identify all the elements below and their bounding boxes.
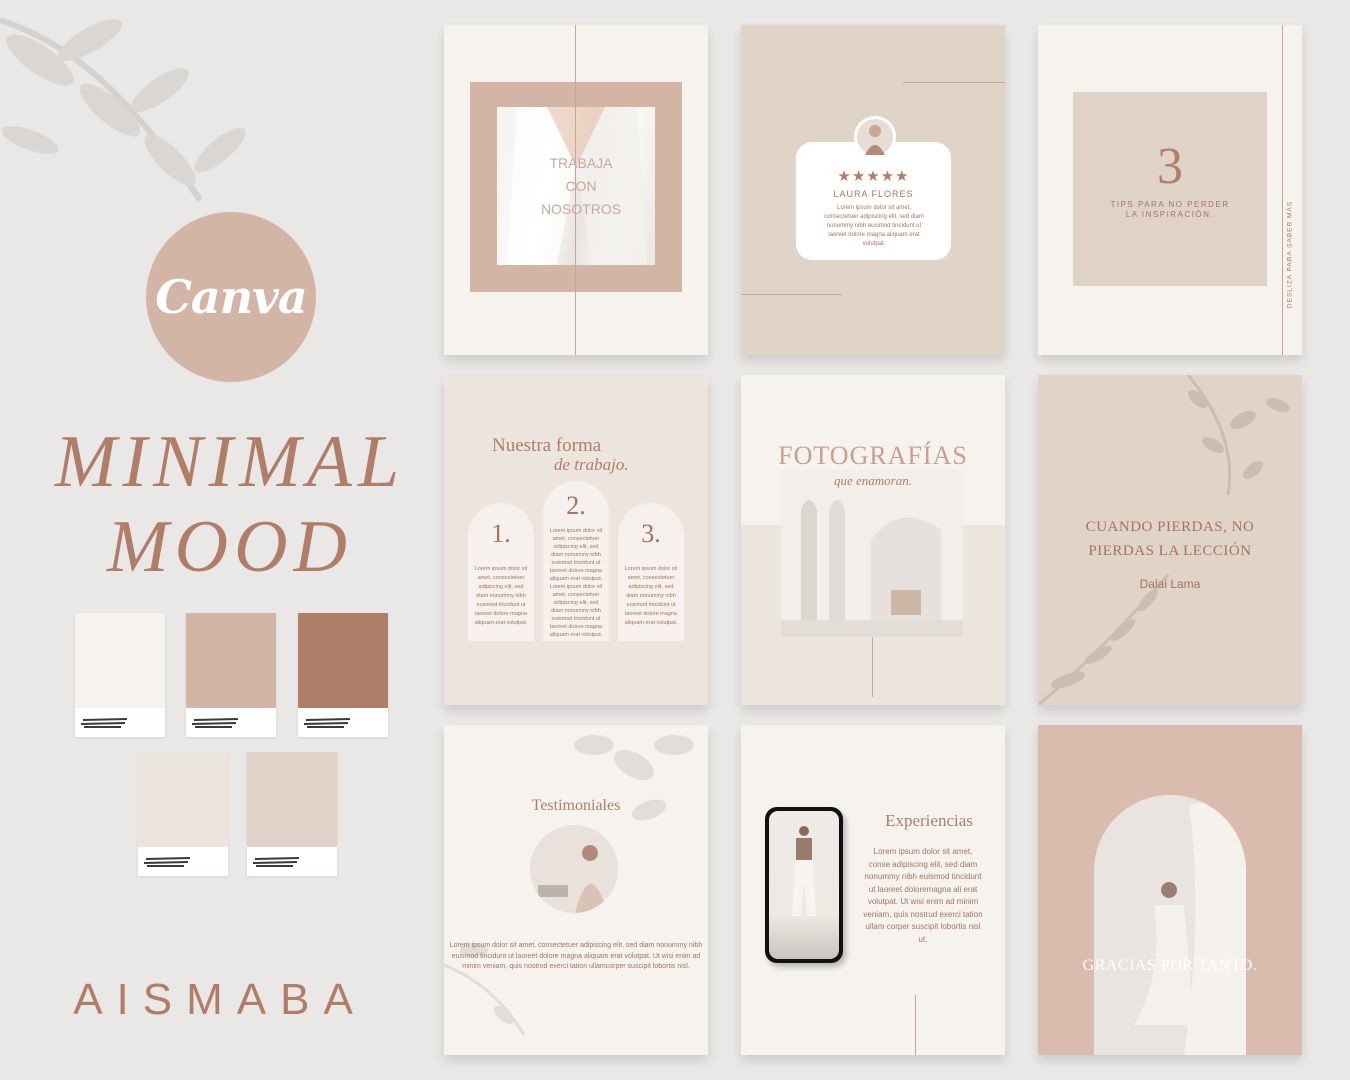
title-mood: MOOD — [107, 506, 353, 588]
swipe-hint: DESLIZA PARA SABER MÁS — [1286, 200, 1294, 309]
phone-mockup — [765, 807, 843, 963]
testimonial-text: Lorem ipsum dolor sit amet, consectetuer… — [449, 942, 703, 970]
reviewer-name: LAURA FLORES — [833, 189, 914, 199]
post-card-tips[interactable]: 3 TIPS PARA NO PERDER LA INSPIRACIÓN. DE… — [1038, 25, 1302, 355]
brush-stroke-icon — [144, 857, 191, 867]
step-card-2: 2. Lorem ipsum dolor sit amet, consectet… — [543, 481, 609, 641]
color-swatch-cream — [75, 613, 165, 737]
photos-subtitle: que enamoran. — [834, 473, 912, 488]
title-minimal: MINIMAL — [54, 421, 406, 503]
color-swatch-beige — [247, 752, 337, 876]
canva-logo: Canva — [146, 212, 316, 382]
post-card-review[interactable]: ★★★★★ LAURA FLORES Lorem ipsum dolor sit… — [741, 25, 1005, 355]
brush-stroke-icon — [304, 718, 351, 728]
post-card-fotografias[interactable]: FOTOGRAFÍAS que enamoran. — [741, 375, 1005, 705]
vertical-divider — [872, 637, 873, 697]
post-card-quote[interactable]: CUANDO PIERDAS, NO PIERDAS LA LECCIÓN Da… — [1038, 375, 1302, 705]
side-rule — [1282, 25, 1283, 355]
phone-screen — [769, 811, 839, 959]
step-number: 3. — [641, 519, 661, 548]
interior-photo — [781, 470, 963, 637]
tips-text: TIPS PARA NO PERDER LA INSPIRACIÓN. — [1110, 200, 1230, 219]
quote-author: Dalai Lama — [1139, 577, 1201, 591]
canva-logo-text: Canva — [155, 270, 307, 324]
tips-number: 3 — [1157, 138, 1183, 195]
brush-stroke-icon — [192, 718, 239, 728]
author-brand: AISMABA — [73, 975, 367, 1024]
step-number: 1. — [491, 519, 511, 548]
arch-photo — [1094, 795, 1246, 1055]
photos-title: FOTOGRAFÍAS — [778, 441, 968, 470]
step-card-1: 1. Lorem ipsum dolor sit amet, consectet… — [468, 503, 534, 641]
brush-stroke-icon — [253, 857, 300, 867]
process-subtitle: de trabajo. — [554, 455, 629, 474]
trabaja-text: TRABAJA CON NOSOTROS — [540, 155, 622, 217]
testimonials-title: Testimoniales — [531, 797, 621, 814]
post-card-proceso[interactable]: Nuestra forma de trabajo. 1. Lorem ipsum… — [444, 375, 708, 705]
brush-stroke-icon — [81, 718, 128, 728]
post-card-experiencias[interactable]: Experiencias Lorem ipsum dolor sit amet,… — [741, 725, 1005, 1055]
testimonial-avatar — [530, 825, 618, 913]
experiences-title: Experiencias — [885, 811, 973, 830]
color-swatch-terracotta — [298, 613, 388, 737]
rating-stars: ★★★★★ — [837, 168, 910, 185]
bottom-rule — [741, 294, 841, 295]
post-card-testimoniales[interactable]: Testimoniales Lorem ipsum dolor sit amet… — [444, 725, 708, 1055]
thanks-text: GRACIAS POR TANTO. — [1082, 957, 1258, 974]
review-text: Lorem ipsum dolor sit amet, consectetuer… — [824, 205, 924, 247]
process-title: Nuestra forma — [492, 435, 602, 456]
color-swatch-light — [138, 752, 228, 876]
step-text: Lorem ipsum dolor sit amet, consectetuer… — [624, 566, 678, 626]
step-text: Lorem ipsum dolor sit amet, consectetuer… — [549, 528, 603, 638]
experiences-text: Lorem ipsum dolor sit amet, conse adipis… — [863, 847, 983, 944]
post-card-gracias[interactable]: GRACIAS POR TANTO. — [1038, 725, 1302, 1055]
step-card-3: 3. Lorem ipsum dolor sit amet, consectet… — [618, 503, 684, 641]
quote-text: CUANDO PIERDAS, NO PIERDAS LA LECCIÓN — [1085, 519, 1255, 559]
vertical-divider — [915, 995, 916, 1055]
top-rule — [903, 82, 1005, 83]
reviewer-avatar — [854, 116, 896, 158]
post-card-trabaja[interactable]: TRABAJA CON NOSOTROS — [444, 25, 708, 355]
step-text: Lorem ipsum dolor sit amet, consectetuer… — [474, 566, 528, 626]
step-number: 2. — [566, 491, 586, 520]
color-swatch-rose — [186, 613, 276, 737]
